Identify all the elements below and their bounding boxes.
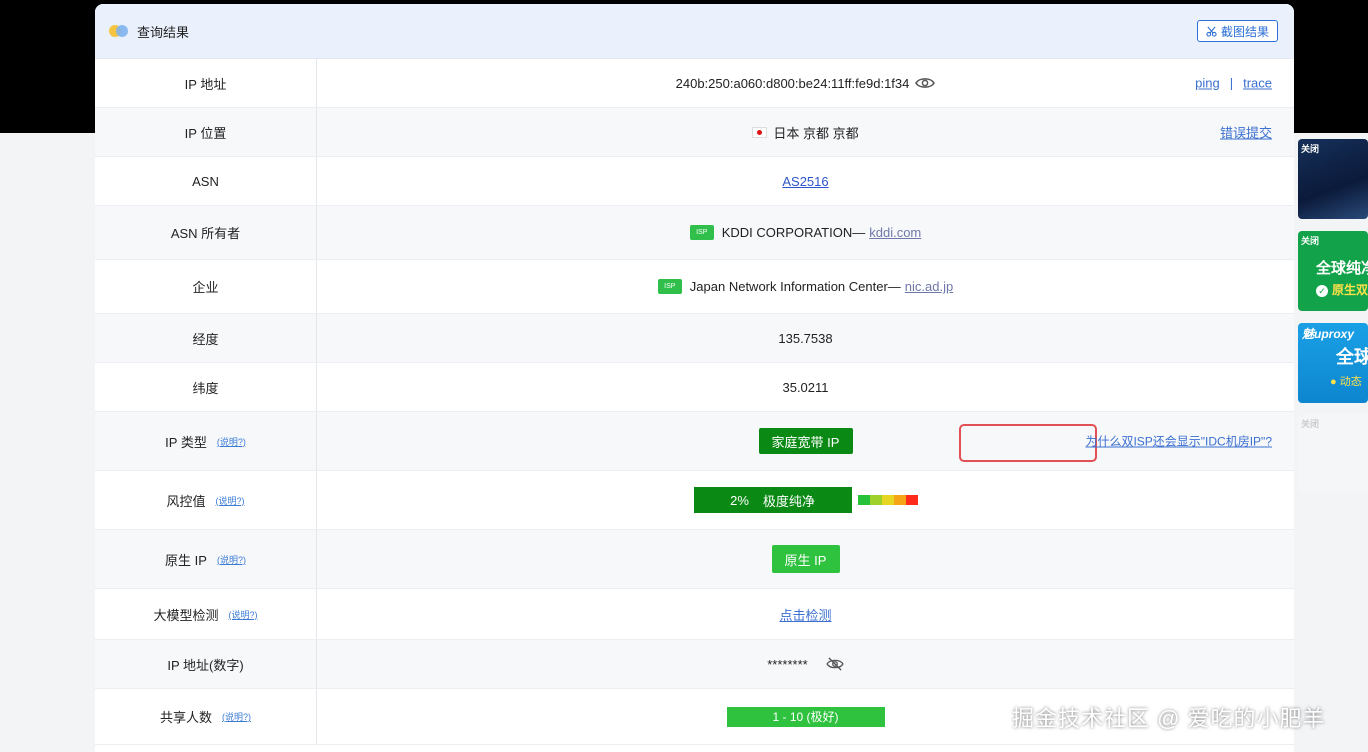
highlight-box	[959, 424, 1097, 462]
side-ad-2[interactable]: 关闭 全球纯净 ✓原生双	[1298, 231, 1368, 311]
explain-link[interactable]: (说明?)	[217, 435, 246, 448]
card-header: 查询结果 截图结果	[95, 4, 1294, 59]
dual-isp-question-link[interactable]: 为什么双ISP还会显示"IDC机房IP"?	[1085, 433, 1272, 450]
label-longitude: 经度	[95, 314, 317, 362]
row-ip-numeric: IP 地址(数字) ********	[95, 640, 1294, 689]
error-report-link[interactable]: 错误提交	[1220, 123, 1272, 142]
label-llm-detect-text: 大模型检测	[153, 607, 219, 623]
ad-subtitle: ● 动态	[1330, 376, 1362, 388]
longitude-value: 135.7538	[778, 330, 833, 346]
row-asn: ASN AS2516	[95, 157, 1294, 206]
row-longitude: 经度 135.7538	[95, 314, 1294, 363]
asn-owner-domain-link[interactable]: kddi.com	[869, 225, 921, 240]
ip-numeric-value: ********	[767, 656, 808, 672]
ip-type-badge: 家庭宽带 IP	[758, 428, 853, 454]
label-shared-users-text: 共享人数	[159, 710, 212, 725]
risk-scale-bar	[857, 495, 918, 505]
risk-score-badge: 2% 极度纯净	[693, 487, 852, 513]
explain-link[interactable]: (说明?)	[216, 494, 245, 507]
shared-users-badge: 1 - 10 (极好)	[726, 706, 885, 727]
label-ip-type-text: IP 类型	[165, 434, 207, 450]
label-asn-owner: ASN 所有者	[95, 206, 317, 259]
label-latitude: 纬度	[95, 363, 317, 411]
label-ip-numeric: IP 地址(数字)	[95, 640, 317, 688]
isp-badge: ISP	[689, 225, 714, 240]
asn-owner-name: KDDI CORPORATION—	[721, 225, 866, 240]
ping-link[interactable]: ping	[1195, 76, 1220, 91]
explain-link[interactable]: (说明?)	[217, 553, 246, 566]
ad-title: 全球	[1336, 347, 1368, 367]
ad-close-label[interactable]: 关闭	[1301, 234, 1319, 247]
label-company: 企业	[95, 260, 317, 313]
query-result-card: 查询结果 截图结果 IP 地址 240b:250:a060:d800:be24:…	[95, 4, 1294, 752]
ad-close-label[interactable]: 关闭	[1301, 417, 1319, 430]
trace-link[interactable]: trace	[1243, 76, 1272, 91]
row-company: 企业 ISP Japan Network Information Center—…	[95, 260, 1294, 314]
eye-off-icon[interactable]	[826, 657, 844, 671]
label-risk-score: 风控值 (说明?)	[95, 471, 317, 529]
isp-badge: ISP	[657, 279, 682, 294]
label-asn: ASN	[95, 157, 317, 205]
row-llm-detect: 大模型检测 (说明?) 点击检测	[95, 589, 1294, 640]
row-native-ip: 原生 IP (说明?) 原生 IP	[95, 530, 1294, 589]
label-ip-address: IP 地址	[95, 59, 317, 107]
explain-link[interactable]: (说明?)	[222, 710, 251, 723]
llm-detect-link[interactable]: 点击检测	[779, 605, 831, 624]
ad-subtitle: ✓ 原生双	[1316, 281, 1368, 298]
screenshot-button-label: 截图结果	[1220, 24, 1269, 39]
scissors-icon	[1206, 26, 1217, 37]
native-ip-badge: 原生 IP	[771, 545, 840, 573]
logo-icon	[109, 24, 131, 38]
side-ad-3[interactable]: 魅uproxy 全球 ● 动态	[1298, 323, 1368, 403]
screenshot-button[interactable]: 截图结果	[1196, 20, 1278, 42]
label-llm-detect: 大模型检测 (说明?)	[95, 589, 317, 639]
label-risk-score-text: 风控值	[166, 493, 206, 509]
ad-close-label[interactable]: 关闭	[1301, 142, 1319, 155]
watermark: 掘金技术社区 @ 爱吃的小肥羊	[1012, 706, 1326, 731]
label-shared-users: 共享人数 (说明?)	[95, 689, 317, 744]
ad-title: 全球纯净	[1316, 260, 1368, 277]
row-ip-type: IP 类型 (说明?) 家庭宽带 IP 为什么双ISP还会显示"IDC机房IP"…	[95, 412, 1294, 471]
side-ad-1[interactable]: 关闭	[1298, 139, 1368, 219]
ip-location-value: 日本 京都 京都	[773, 125, 859, 141]
asn-link[interactable]: AS2516	[782, 174, 828, 189]
check-icon: ✓	[1316, 285, 1328, 297]
label-native-ip: 原生 IP (说明?)	[95, 530, 317, 588]
japan-flag-icon	[752, 126, 768, 138]
link-separator: |	[1229, 75, 1234, 91]
risk-percent: 2%	[730, 492, 749, 508]
label-ip-location: IP 位置	[95, 108, 317, 156]
row-ip-address: IP 地址 240b:250:a060:d800:be24:11ff:fe9d:…	[95, 59, 1294, 108]
side-ad-4[interactable]: 关闭	[1298, 414, 1368, 492]
card-title: 查询结果	[137, 24, 190, 40]
row-ip-location: IP 位置 日本 京都 京都 错误提交	[95, 108, 1294, 157]
company-domain-link[interactable]: nic.ad.jp	[905, 279, 953, 294]
row-latitude: 纬度 35.0211	[95, 363, 1294, 412]
ad-brand: 魅uproxy	[1302, 327, 1355, 341]
label-native-ip-text: 原生 IP	[165, 552, 207, 568]
latitude-value: 35.0211	[782, 379, 829, 395]
eye-icon[interactable]	[915, 76, 936, 90]
company-name: Japan Network Information Center—	[689, 279, 901, 294]
risk-text: 极度纯净	[762, 493, 815, 509]
label-ip-type: IP 类型 (说明?)	[95, 412, 317, 470]
ip-address-value: 240b:250:a060:d800:be24:11ff:fe9d:1f34	[675, 75, 910, 91]
row-risk-score: 风控值 (说明?) 2% 极度纯净	[95, 471, 1294, 530]
row-asn-owner: ASN 所有者 ISP KDDI CORPORATION— kddi.com	[95, 206, 1294, 260]
explain-link[interactable]: (说明?)	[229, 608, 258, 621]
